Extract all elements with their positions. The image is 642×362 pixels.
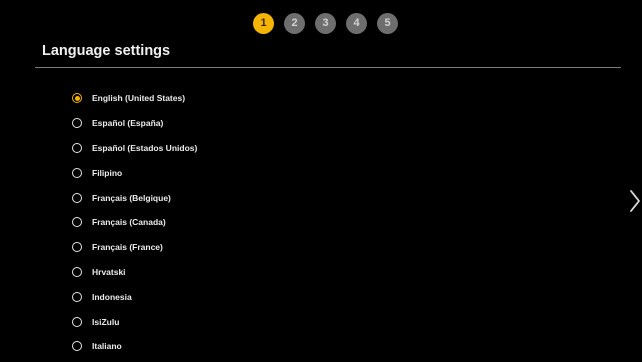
chevron-right-icon[interactable]	[630, 190, 640, 212]
language-label: English (United States)	[92, 93, 186, 104]
language-label: Hrvatski	[92, 266, 126, 277]
step-2: 2	[284, 13, 305, 34]
wizard-step-indicator: 1 2 3 4 5	[253, 13, 398, 34]
page-title: Language settings	[42, 43, 171, 59]
radio-icon[interactable]	[72, 242, 82, 253]
language-label: Français (Canada)	[92, 217, 166, 228]
language-list: English (United States) Español (España)…	[72, 86, 197, 359]
language-label: Français (France)	[92, 242, 163, 253]
radio-icon[interactable]	[72, 341, 82, 352]
step-3: 3	[315, 13, 336, 34]
language-label: Indonesia	[92, 291, 132, 302]
language-option[interactable]: Filipino	[72, 160, 197, 185]
language-option[interactable]: IsiZulu	[72, 309, 197, 334]
language-option[interactable]: English (United States)	[72, 86, 197, 111]
language-option[interactable]: Hrvatski	[72, 260, 197, 285]
language-option[interactable]: Français (Belgique)	[72, 185, 197, 210]
radio-icon[interactable]	[72, 217, 82, 228]
step-5: 5	[377, 13, 398, 34]
language-option[interactable]: Italiano	[72, 334, 197, 359]
radio-icon[interactable]	[72, 316, 82, 327]
language-label: Español (España)	[92, 118, 164, 129]
step-4: 4	[346, 13, 367, 34]
language-label: Español (Estados Unidos)	[92, 142, 198, 153]
step-1: 1	[253, 13, 274, 34]
language-label: Italiano	[92, 341, 122, 352]
radio-icon[interactable]	[72, 142, 82, 153]
radio-icon[interactable]	[72, 192, 82, 203]
language-label: Filipino	[92, 167, 123, 178]
language-option[interactable]: Français (France)	[72, 235, 197, 260]
title-divider	[35, 67, 621, 68]
radio-selected-icon[interactable]	[72, 93, 82, 104]
radio-icon[interactable]	[72, 167, 82, 178]
language-option[interactable]: Español (España)	[72, 111, 197, 136]
radio-icon[interactable]	[72, 118, 82, 129]
language-label: IsiZulu	[92, 316, 120, 327]
language-option[interactable]: Français (Canada)	[72, 210, 197, 235]
language-label: Français (Belgique)	[92, 192, 171, 203]
radio-icon[interactable]	[72, 291, 82, 302]
radio-icon[interactable]	[72, 266, 82, 277]
language-option[interactable]: Indonesia	[72, 284, 197, 309]
language-option[interactable]: Español (Estados Unidos)	[72, 136, 197, 161]
